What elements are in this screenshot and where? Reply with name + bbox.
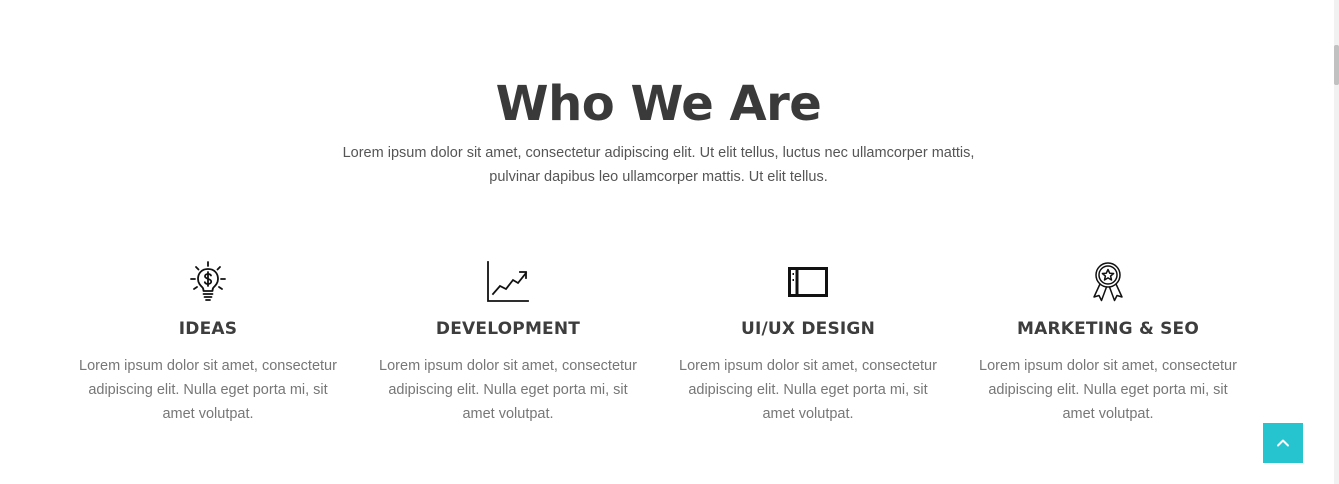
page-scrollbar[interactable] — [1334, 0, 1339, 484]
feature-title: DEVELOPMENT — [435, 319, 581, 339]
feature-title: IDEAS — [178, 319, 238, 339]
chevron-up-icon — [1263, 438, 1303, 448]
award-badge-icon — [1086, 260, 1130, 304]
feature-ui-ux-design: UI/UX DESIGN Lorem ipsum dolor sit amet,… — [668, 260, 948, 426]
feature-text: Lorem ipsum dolor sit amet, consectetur … — [379, 358, 637, 422]
feature-text: Lorem ipsum dolor sit amet, consectetur … — [79, 358, 337, 422]
feature-ideas: IDEAS Lorem ipsum dolor sit amet, consec… — [68, 260, 348, 426]
feature-text: Lorem ipsum dolor sit amet, consectetur … — [679, 358, 937, 422]
feature-development: DEVELOPMENT Lorem ipsum dolor sit amet, … — [368, 260, 648, 426]
scrollbar-thumb[interactable] — [1334, 45, 1339, 85]
feature-title: UI/UX DESIGN — [740, 319, 876, 339]
feature-marketing-seo: MARKETING & SEO Lorem ipsum dolor sit am… — [968, 260, 1248, 426]
browser-window-icon — [786, 260, 830, 304]
feature-title: MARKETING & SEO — [1016, 319, 1200, 339]
page: Who We Are Lorem ipsum dolor sit amet, c… — [0, 0, 1334, 484]
section-title: Who We Are — [495, 76, 822, 132]
feature-text: Lorem ipsum dolor sit amet, consectetur … — [979, 358, 1237, 422]
scroll-to-top-button[interactable] — [1263, 423, 1303, 463]
lightbulb-dollar-icon — [186, 260, 230, 304]
section-intro: Lorem ipsum dolor sit amet, consectetur … — [342, 145, 975, 185]
growth-chart-icon — [486, 260, 530, 304]
